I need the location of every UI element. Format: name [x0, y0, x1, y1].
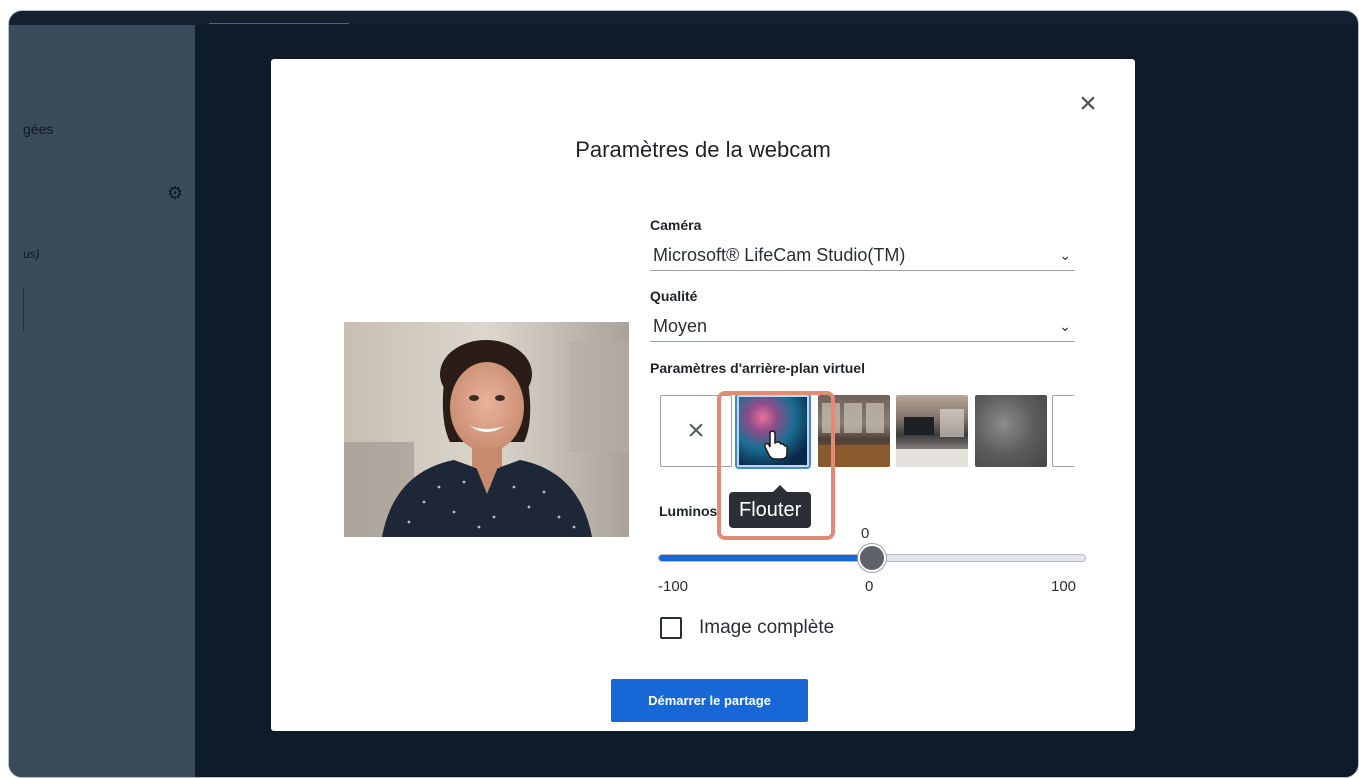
camera-select[interactable]: Microsoft® LifeCam Studio(TM) ⌄	[650, 241, 1075, 271]
sidebar-text: gées	[23, 121, 54, 137]
webcam-settings-dialog: × Paramètres de la webcam Caméra Microso…	[271, 59, 1135, 731]
background-texture-option[interactable]	[975, 395, 1047, 467]
meeting-room-thumbnail	[896, 409, 968, 467]
brightness-min-label: -100	[658, 578, 689, 595]
virtual-background-label: Paramètres d'arrière-plan virtuel	[650, 360, 865, 376]
close-icon[interactable]: ×	[1075, 89, 1101, 119]
quality-select-value: Moyen	[653, 316, 708, 336]
background-meeting-room-option[interactable]	[896, 395, 968, 467]
sidebar-subtext: us)	[23, 247, 40, 261]
divider	[23, 287, 24, 331]
dialog-title: Paramètres de la webcam	[575, 137, 831, 162]
camera-select-value: Microsoft® LifeCam Studio(TM)	[653, 245, 906, 265]
brightness-slider-handle[interactable]	[858, 544, 886, 572]
full-image-label: Image complète	[699, 617, 835, 638]
close-icon: ×	[687, 414, 705, 447]
brightness-max-label: 100	[1051, 578, 1077, 595]
gear-icon[interactable]: ⚙	[167, 183, 183, 204]
background-more-option[interactable]	[1052, 395, 1074, 467]
brightness-mid-label: 0	[865, 578, 874, 595]
brightness-slider-fill	[659, 555, 872, 561]
full-image-checkbox[interactable]	[660, 617, 682, 639]
start-sharing-button[interactable]: Démarrer le partage	[611, 679, 808, 722]
chevron-down-icon: ⌄	[1059, 318, 1071, 334]
brightness-label: Luminos	[659, 503, 718, 519]
sidebar: gées ⚙ us)	[9, 25, 195, 777]
camera-label: Caméra	[650, 217, 702, 233]
quality-select[interactable]: Moyen ⌄	[650, 312, 1075, 342]
hand-pointer-icon	[763, 430, 788, 460]
chevron-down-icon: ⌄	[1059, 247, 1071, 263]
webcam-preview-image	[344, 322, 629, 537]
brightness-slider[interactable]	[658, 544, 1086, 572]
top-accent-line	[209, 23, 349, 24]
webcam-preview	[344, 322, 629, 537]
tooltip: Flouter	[729, 485, 812, 528]
app-window: gées ⚙ us) × Paramètres de la webcam Cam…	[8, 10, 1359, 778]
quality-label: Qualité	[650, 288, 698, 304]
brightness-value: 0	[861, 525, 870, 542]
